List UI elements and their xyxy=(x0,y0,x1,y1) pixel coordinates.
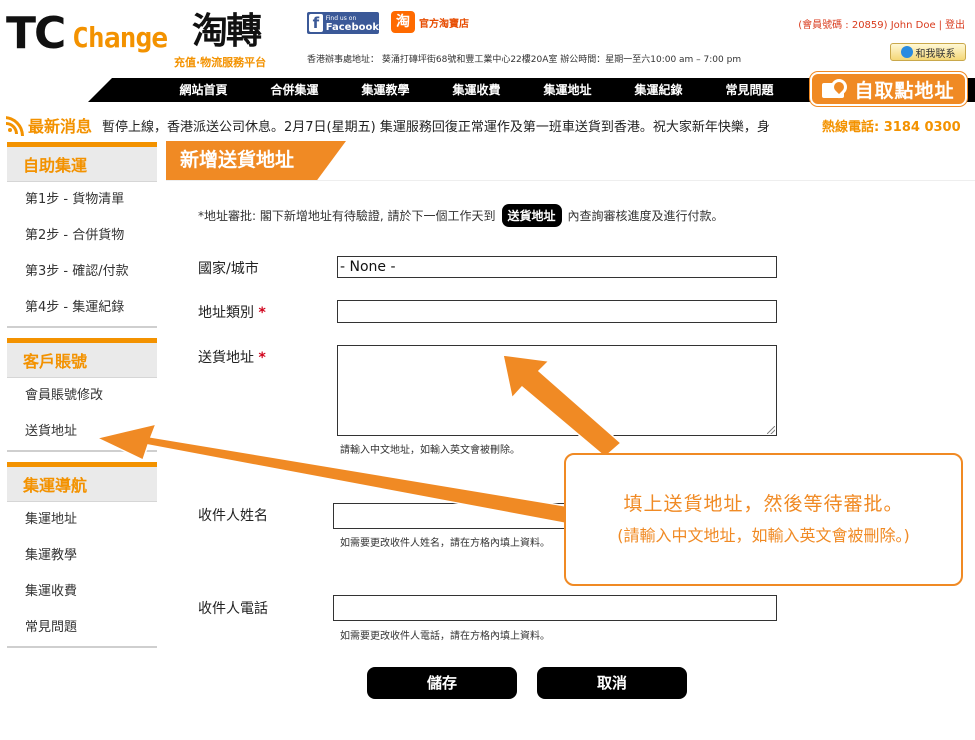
logout-link[interactable]: 登出 xyxy=(945,20,965,31)
logo-tc: TC xyxy=(6,8,66,59)
member-separator: | xyxy=(938,20,942,31)
logo-change: Change xyxy=(72,21,168,54)
facebook-big-text: Facebook xyxy=(325,22,379,33)
member-info: (會員號碼 : 20859) John Doe xyxy=(798,20,936,31)
recipient-name-label: 收件人姓名 xyxy=(198,508,268,524)
address-approval-notice: *地址審批: 閣下新增地址有待驗證, 請於下一個工作天到 送貨地址 內查詢審核進… xyxy=(198,204,724,227)
sidebar-item[interactable]: 第3步 - 確認/付款 xyxy=(7,254,157,290)
nav-item-6[interactable]: 集運紀錄 xyxy=(613,78,704,102)
recipient-phone-help: 如需要更改收件人電話，請在方格內填上資料。 xyxy=(340,631,550,642)
country-label: 國家/城市 xyxy=(198,261,259,277)
notice-text-before: *地址審批: 閣下新增地址有待驗證, 請於下一個工作天到 xyxy=(198,209,496,223)
logo-cn: 淘轉 xyxy=(192,11,262,52)
delivery-address-label: 送貨地址 * xyxy=(198,350,266,366)
taobao-icon: 淘 xyxy=(391,11,415,33)
address-help-text: 請輸入中文地址，如輸入英文會被刪除。 xyxy=(340,445,520,456)
nav-item-2[interactable]: 合併集運 xyxy=(249,78,340,102)
country-select[interactable]: - None - xyxy=(337,256,777,278)
qq-icon xyxy=(900,46,913,58)
nav-item-5[interactable]: 集運地址 xyxy=(522,78,613,102)
facebook-icon: f xyxy=(309,14,323,32)
sidebar-section-2: 客戶賬號 會員賬號修改 送貨地址 xyxy=(7,338,157,452)
delivery-address-textarea[interactable] xyxy=(337,345,777,436)
news-text[interactable]: 暫停上線，香港派送公司休息。2月7日(星期五) 集運服務回復正常運作及第一班車送… xyxy=(102,116,818,135)
hotline: 熱線電話: 3184 0300 xyxy=(822,119,961,135)
pickup-address-button[interactable]: 自取點地址 xyxy=(810,72,967,106)
sidebar-section-title: 自助集運 xyxy=(7,142,157,182)
taobao-store-link[interactable]: 淘 官方淘寶店 xyxy=(391,11,469,33)
contact-me-button[interactable]: 和我联系 xyxy=(890,43,966,61)
nav-item-3[interactable]: 集運教學 xyxy=(340,78,431,102)
save-button[interactable]: 儲存 xyxy=(367,667,517,699)
sidebar-item[interactable]: 集運地址 xyxy=(7,502,157,538)
cancel-button[interactable]: 取消 xyxy=(537,667,687,699)
sidebar-item[interactable]: 常見問題 xyxy=(7,610,157,646)
facebook-button[interactable]: f Find us on Facebook xyxy=(307,12,379,34)
site-logo[interactable]: TC Change 淘轉 充值·物流服務平台 xyxy=(6,8,276,70)
rss-icon xyxy=(6,116,24,136)
sidebar-item[interactable]: 送貨地址 xyxy=(7,414,157,450)
tutorial-callout: 填上送貨地址，然後等待審批。 (請輸入中文地址，如輸入英文會被刪除。) xyxy=(564,453,963,586)
sidebar-section-title: 客戶賬號 xyxy=(7,338,157,378)
required-marker: * xyxy=(258,305,266,321)
sidebar-section-3: 集運導航 集運地址 集運教學 集運收費 常見問題 xyxy=(7,462,157,648)
sidebar-item[interactable]: 第4步 - 集運紀錄 xyxy=(7,290,157,326)
address-type-label: 地址類別 * xyxy=(198,305,266,321)
title-divider xyxy=(166,180,975,181)
sidebar: 自助集運 第1步 - 貨物清單 第2步 - 合併貨物 第3步 - 確認/付款 第4步 -… xyxy=(7,142,157,658)
notice-text-after: 內查詢審核進度及進行付款。 xyxy=(567,209,724,223)
sidebar-item[interactable]: 第2步 - 合併貨物 xyxy=(7,218,157,254)
sidebar-section-title: 集運導航 xyxy=(7,462,157,502)
member-info-bar: (會員號碼 : 20859) John Doe | 登出 xyxy=(798,16,965,31)
sidebar-item[interactable]: 集運教學 xyxy=(7,538,157,574)
sidebar-item[interactable]: 第1步 - 貨物清單 xyxy=(7,182,157,218)
sidebar-section-1: 自助集運 第1步 - 貨物清單 第2步 - 合併貨物 第3步 - 確認/付款 第4步 -… xyxy=(7,142,157,328)
required-marker: * xyxy=(258,350,266,366)
pickup-address-label: 自取點地址 xyxy=(854,79,955,102)
nav-item-4[interactable]: 集運收費 xyxy=(431,78,522,102)
nav-item-1[interactable]: 網站首頁 xyxy=(158,78,249,102)
callout-line-2: (請輸入中文地址，如輸入英文會被刪除。) xyxy=(617,526,910,545)
sidebar-item[interactable]: 會員賬號修改 xyxy=(7,378,157,414)
taobao-label: 官方淘寶店 xyxy=(419,18,469,30)
address-type-input[interactable] xyxy=(337,300,777,323)
office-info: 香港辦事處地址： 葵涌打磚坪街68號和豐工業中心22樓20A室 辦公時間：星期一… xyxy=(307,55,742,65)
recipient-name-help: 如需要更改收件人姓名，請在方格內填上資料。 xyxy=(340,538,550,549)
delivery-address-pill-link[interactable]: 送貨地址 xyxy=(501,204,562,227)
map-pin-icon xyxy=(822,79,846,99)
contact-me-label: 和我联系 xyxy=(915,48,956,60)
page-title: 新增送貨地址 xyxy=(180,149,295,171)
recipient-phone-input[interactable] xyxy=(333,595,777,621)
sidebar-item[interactable]: 集運收費 xyxy=(7,574,157,610)
recipient-phone-label: 收件人電話 xyxy=(198,601,268,617)
page-title-banner: 新增送貨地址 xyxy=(166,141,346,180)
callout-line-1: 填上送貨地址，然後等待審批。 xyxy=(623,493,904,515)
logo-subtitle: 充值·物流服務平台 xyxy=(174,56,267,69)
nav-item-7[interactable]: 常見問題 xyxy=(704,78,795,102)
resize-grip-icon[interactable] xyxy=(767,426,775,434)
news-title: 最新消息 xyxy=(28,117,93,136)
news-ticker: 最新消息 暫停上線，香港派送公司休息。2月7日(星期五) 集運服務回復正常運作及… xyxy=(6,114,975,136)
